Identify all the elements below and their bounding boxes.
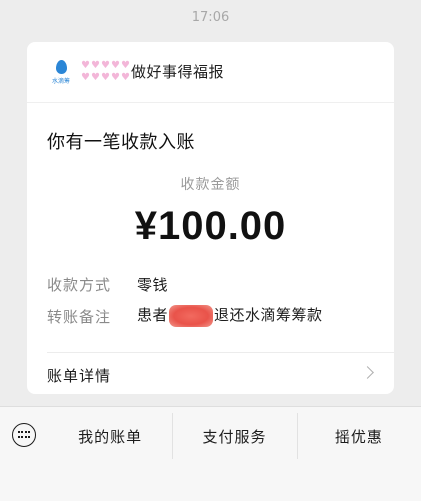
card-header[interactable]: 水滴筹 ♥ ♥ ♥ ♥ ♥ ♥ ♥ ♥ ♥ ♥ 做好事得福报 — [27, 42, 394, 103]
heart-icon: ♥ — [111, 72, 120, 83]
chevron-right-icon — [361, 366, 374, 379]
notice-title: 你有一笔收款入账 — [47, 132, 195, 153]
bill-details-link[interactable]: 账单详情 — [27, 353, 394, 394]
service-menu: 我的账单 支付服务 摇优惠 — [48, 407, 421, 465]
transfer-note-label: 转账备注 — [47, 308, 112, 326]
bill-details-label: 账单详情 — [47, 367, 112, 385]
heart-icon: ♥ — [81, 72, 90, 83]
heart-icon: ♥ — [91, 72, 100, 83]
heart-icon: ♥ — [121, 72, 130, 83]
amount-value: ¥100.00 — [134, 204, 287, 248]
menu-item-payment-services[interactable]: 支付服务 — [172, 407, 296, 465]
payment-notification-card[interactable]: 水滴筹 ♥ ♥ ♥ ♥ ♥ ♥ ♥ ♥ ♥ ♥ 做好事得福报 你有一笔收款入账 … — [27, 42, 394, 394]
transfer-note-text-end: 退还水滴筹筹款 — [214, 306, 323, 324]
amount-label: 收款金额 — [180, 177, 241, 193]
transfer-note-text-start: 患者 — [137, 306, 169, 324]
heart-decorations: ♥ ♥ ♥ ♥ ♥ ♥ ♥ ♥ ♥ ♥ — [81, 60, 130, 85]
heart-icon: ♥ — [91, 60, 100, 71]
menu-item-my-bills[interactable]: 我的账单 — [48, 407, 172, 465]
redaction-mark — [169, 304, 214, 327]
transfer-note-value: 患者 退还水滴筹筹款 — [137, 304, 323, 327]
menu-item-shake-offers[interactable]: 摇优惠 — [296, 407, 421, 465]
heart-icon: ♥ — [121, 60, 130, 71]
keyboard-icon — [17, 431, 31, 439]
sender-logo: 水滴筹 — [47, 58, 75, 88]
heart-icon: ♥ — [101, 72, 110, 83]
heart-icon: ♥ — [81, 60, 90, 71]
keyboard-toggle-button[interactable] — [12, 423, 36, 447]
water-drop-icon — [55, 60, 67, 74]
logo-text: 水滴筹 — [51, 78, 70, 85]
timestamp: 17:06 — [191, 10, 230, 25]
heart-icon: ♥ — [101, 60, 110, 71]
heart-icon: ♥ — [111, 60, 120, 71]
payment-method-label: 收款方式 — [47, 276, 112, 294]
sender-name: 做好事得福报 — [131, 63, 225, 81]
bottom-menu-bar: 我的账单 支付服务 摇优惠 — [0, 406, 421, 501]
payment-method-value: 零钱 — [137, 276, 169, 294]
